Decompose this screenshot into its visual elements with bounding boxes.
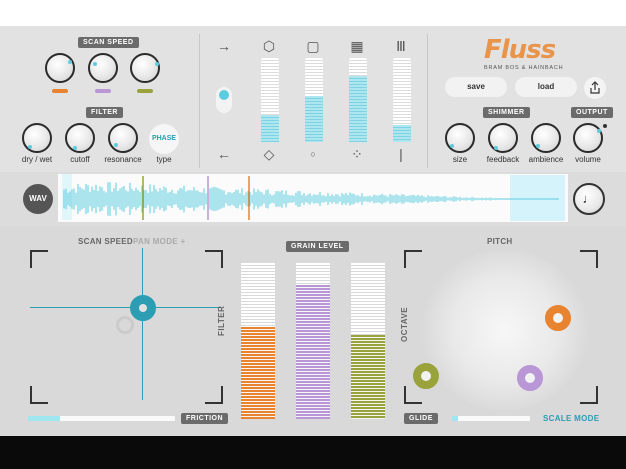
- grain-shape-bar-2[interactable]: [305, 58, 323, 142]
- divider: [427, 34, 428, 168]
- grain-level-fill-3: [351, 334, 385, 419]
- xy-crosshair-v: [142, 248, 143, 400]
- grain-shape-bar-4[interactable]: [393, 58, 411, 142]
- fluss-app: SCAN SPEED FILTER dry / wet cutoff reson…: [0, 0, 626, 469]
- friction-label: FRICTION: [181, 413, 229, 424]
- xy-ghost-puck: [116, 316, 134, 334]
- pitch-puck-olive[interactable]: [413, 363, 439, 389]
- scan-speed-knob-1[interactable]: [45, 53, 75, 83]
- scale-mode-button[interactable]: SCALE MODE: [543, 414, 599, 423]
- ambience-knob[interactable]: [531, 123, 561, 153]
- grain-shape-fill-1: [261, 115, 279, 142]
- grain-level-fill-1: [241, 326, 275, 419]
- scan-speed-label: SCAN SPEED: [78, 37, 139, 48]
- resonance-label: resonance: [104, 155, 142, 164]
- resonance-knob[interactable]: [108, 123, 138, 153]
- feedback-label: feedback: [486, 155, 520, 164]
- pitch-pad-glow: [420, 250, 590, 410]
- grain-level-bar-3[interactable]: [351, 263, 385, 419]
- bottom-bar: [0, 436, 626, 469]
- shimmer-label: SHIMMER: [483, 107, 530, 118]
- phase-button[interactable]: PHASE: [149, 124, 179, 154]
- grain-level-label: GRAIN LEVEL: [286, 241, 349, 252]
- pitch-axis-label: PITCH: [487, 237, 513, 246]
- save-button[interactable]: save: [445, 77, 507, 97]
- drop-icon[interactable]: ◇: [261, 146, 277, 162]
- grain-shape-fill-2: [305, 95, 323, 142]
- xy-pad-corner: [205, 386, 223, 404]
- pitch-pad-corner: [404, 386, 422, 404]
- note-knob[interactable]: ♩: [573, 183, 605, 215]
- wav-button[interactable]: WAV: [23, 184, 53, 214]
- xy-pad-corner: [205, 250, 223, 268]
- status-bar: [0, 0, 626, 26]
- grain-level-fill-2: [296, 284, 330, 419]
- volume-knob[interactable]: [573, 123, 603, 153]
- toggle-knob: [219, 90, 229, 100]
- scan-speed-knob-3[interactable]: [130, 53, 160, 83]
- scan-speed-knob-2[interactable]: [88, 53, 118, 83]
- fluss-logo: Fluss: [484, 35, 556, 65]
- note-icon: ♩: [582, 191, 596, 206]
- load-button[interactable]: load: [515, 77, 577, 97]
- divider: [199, 34, 200, 168]
- share-button[interactable]: [584, 77, 606, 99]
- olive-swatch: [137, 89, 153, 93]
- pitch-pad-corner: [404, 250, 422, 268]
- filter-label: FILTER: [86, 107, 123, 118]
- feedback-knob[interactable]: [488, 123, 518, 153]
- glide-fill: [452, 416, 459, 421]
- grain-shape-bar-1[interactable]: [261, 58, 279, 142]
- xy-pad-corner: [30, 386, 48, 404]
- arrow-right-icon[interactable]: →: [216, 38, 232, 54]
- direction-toggle[interactable]: [216, 87, 232, 113]
- xy-crosshair-h: [30, 307, 221, 308]
- octave-axis-label: OCTAVE: [400, 306, 409, 342]
- dry-wet-label: dry / wet: [21, 155, 53, 164]
- cutoff-label: cutoff: [70, 155, 90, 164]
- friction-fill: [28, 416, 61, 421]
- pitch-puck-purple[interactable]: [517, 365, 543, 391]
- grain-level-bar-2[interactable]: [296, 263, 330, 419]
- cube-icon[interactable]: ⬡: [261, 38, 277, 54]
- small-circle-icon[interactable]: ○: [305, 146, 321, 162]
- scan-speed-axis-label: SCAN SPEED: [78, 237, 134, 246]
- line-icon[interactable]: |: [393, 146, 409, 162]
- pitch-puck-orange[interactable]: [545, 305, 571, 331]
- grain-shape-fill-4: [393, 125, 411, 142]
- pan-mode-button[interactable]: PAN MODE +: [133, 237, 185, 246]
- size-knob[interactable]: [445, 123, 475, 153]
- grain-shape-fill-3: [349, 76, 367, 142]
- cutoff-knob[interactable]: [65, 123, 95, 153]
- checker-icon[interactable]: ▦: [349, 38, 365, 54]
- ambience-label: ambience: [528, 155, 564, 164]
- filter-axis-label: FILTER: [217, 305, 226, 336]
- volume-label: volume: [575, 155, 601, 164]
- glide-label: GLIDE: [404, 413, 438, 424]
- dry-wet-knob[interactable]: [22, 123, 52, 153]
- xy-pad-corner: [30, 250, 48, 268]
- volume-indicator: [603, 124, 607, 128]
- bars-icon[interactable]: Ⅲ: [393, 38, 409, 54]
- type-label: type: [156, 155, 172, 164]
- glide-slider[interactable]: [452, 416, 530, 421]
- friction-slider[interactable]: [28, 416, 175, 421]
- byline: BRAM BOS & HAINBACH: [484, 65, 564, 71]
- xy-puck[interactable]: [130, 295, 156, 321]
- grain-level-bar-1[interactable]: [241, 263, 275, 419]
- waveform: [63, 176, 559, 220]
- size-label: size: [452, 155, 468, 164]
- orange-swatch: [52, 89, 68, 93]
- output-label: OUTPUT: [571, 107, 613, 118]
- share-icon: [590, 81, 600, 94]
- arrow-left-icon[interactable]: ←: [216, 146, 232, 162]
- pitch-pad-corner: [580, 250, 598, 268]
- rounded-square-icon[interactable]: ▢: [305, 38, 321, 54]
- dots-icon[interactable]: ⁘: [349, 146, 365, 162]
- purple-swatch: [95, 89, 111, 93]
- grain-shape-bar-3[interactable]: [349, 58, 367, 142]
- pitch-pad-corner: [580, 386, 598, 404]
